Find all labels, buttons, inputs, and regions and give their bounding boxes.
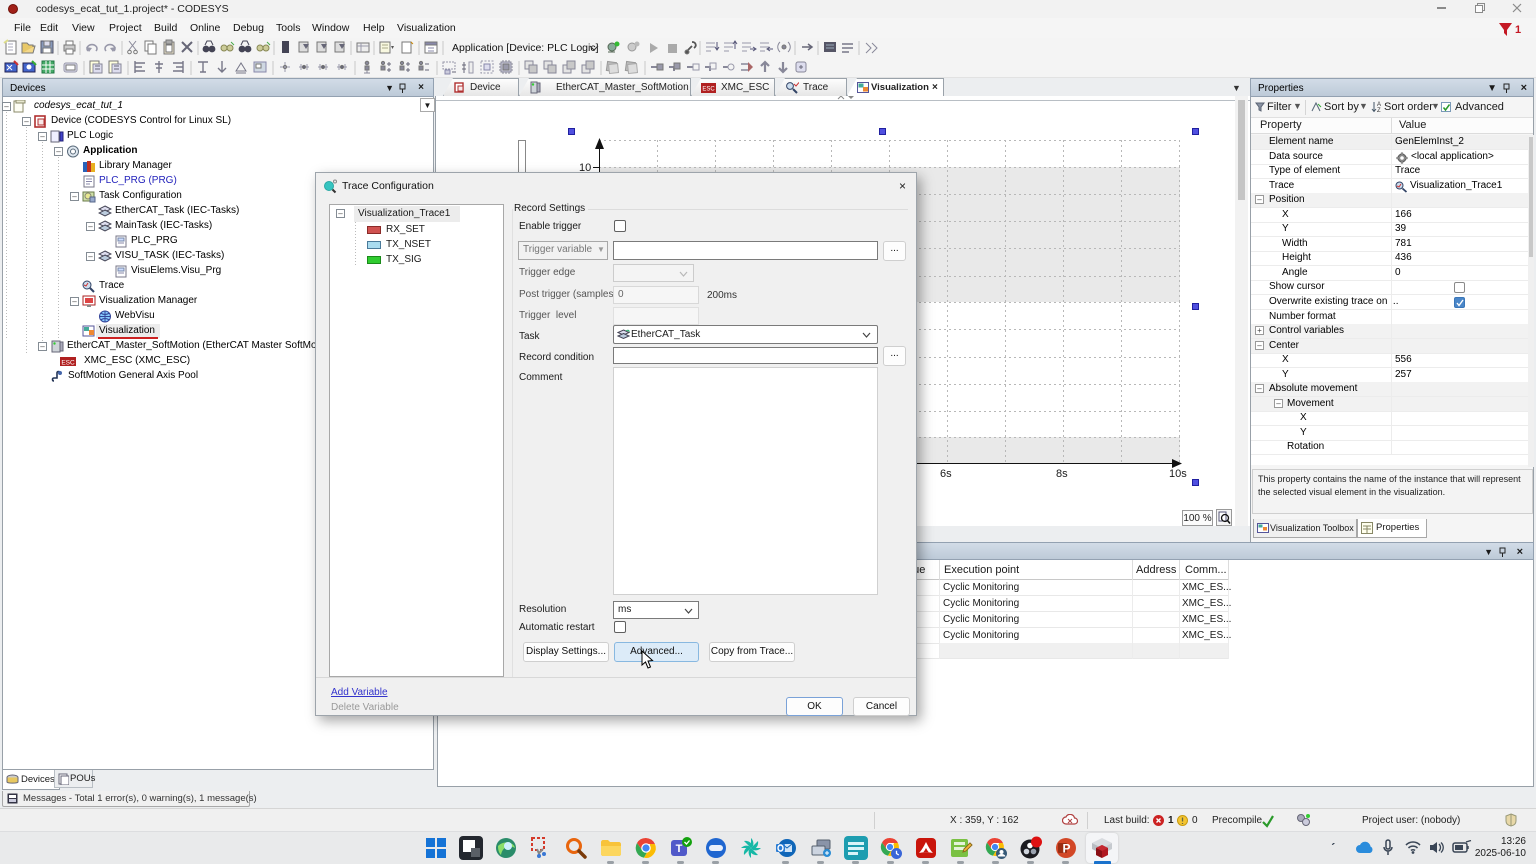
svg-text:Application [Device: PLC Logic: Application [Device: PLC Logic]: [452, 42, 599, 54]
svg-text:P: P: [1062, 842, 1070, 856]
svg-text:Z: Z: [1377, 108, 1381, 113]
svg-text:ESC: ESC: [61, 360, 75, 367]
svg-text:ESC: ESC: [702, 87, 715, 93]
svg-text:T: T: [676, 843, 683, 855]
